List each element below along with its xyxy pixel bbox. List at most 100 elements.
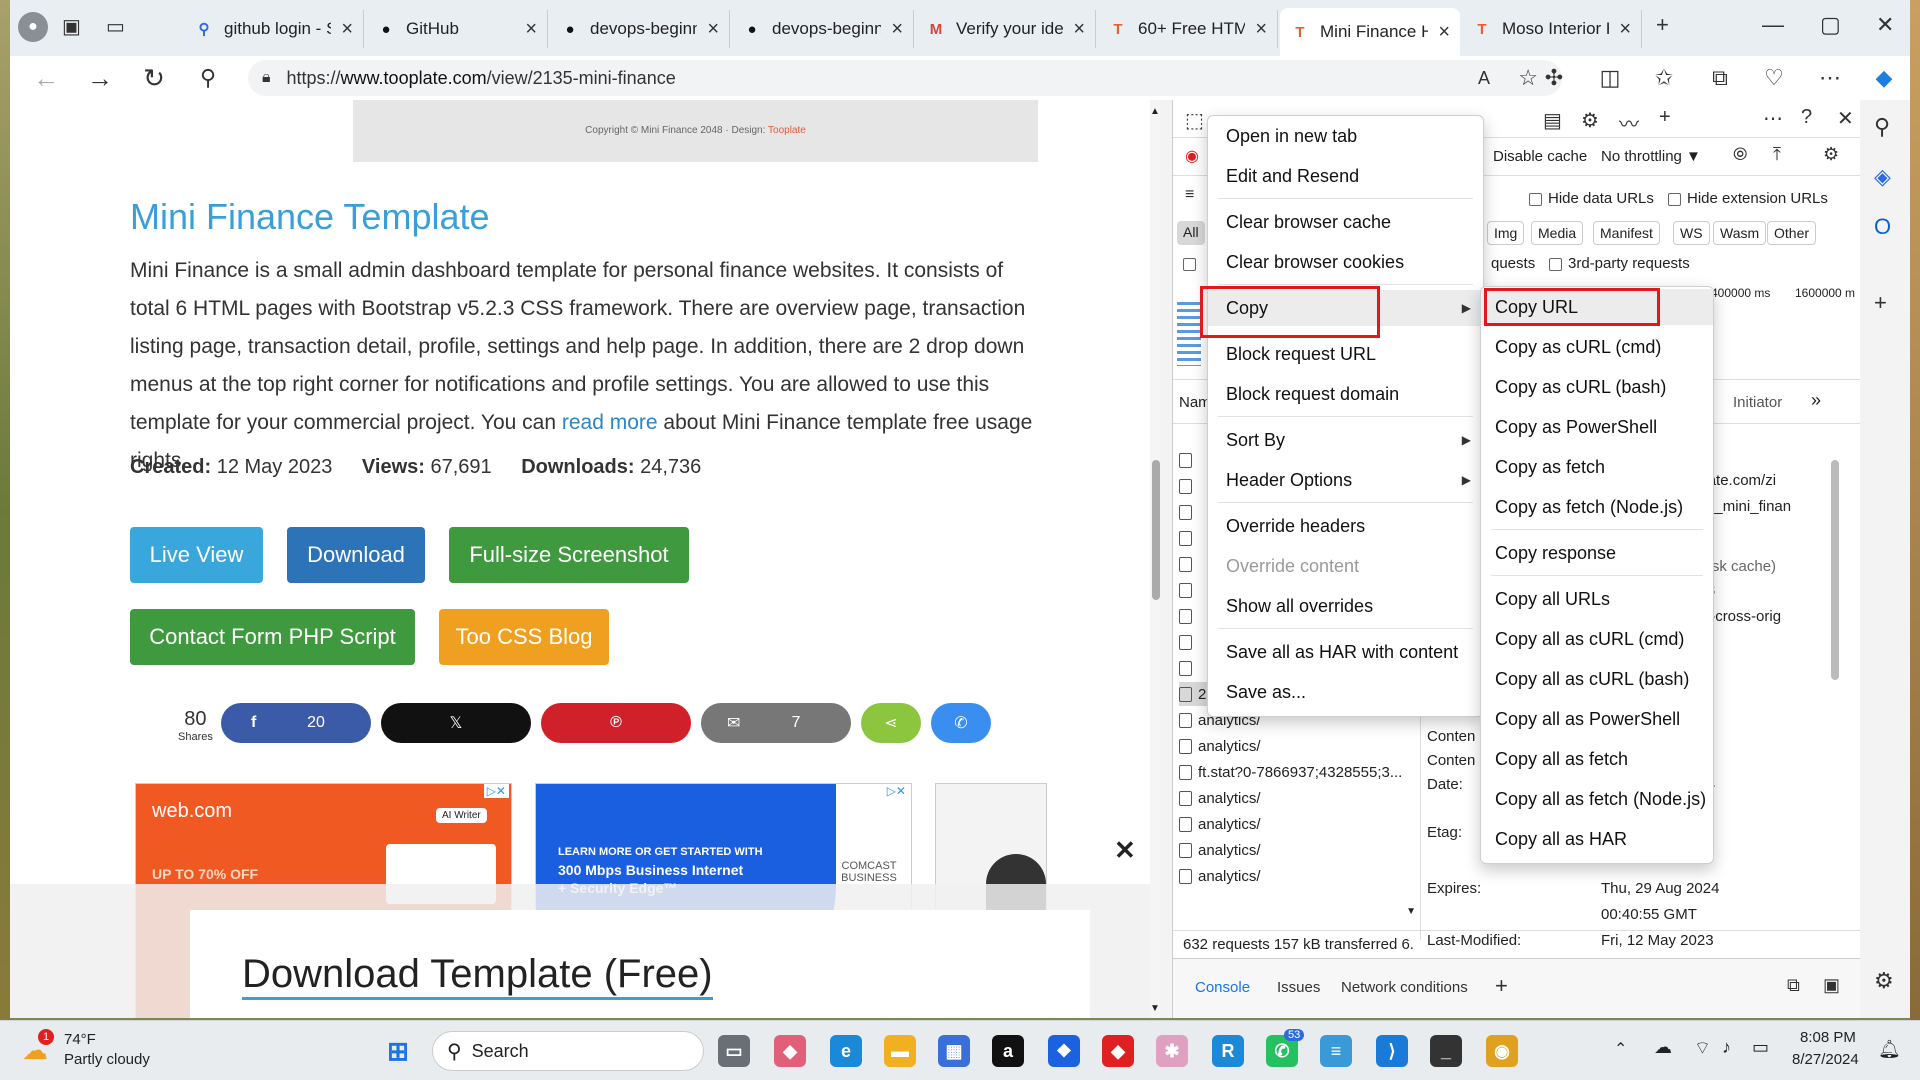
browser-tab[interactable]: ● devops-beginne × [732, 10, 914, 48]
download-button[interactable]: Download [287, 527, 425, 583]
invert-checkbox[interactable] [1183, 258, 1196, 271]
performance-icon[interactable]: ⚙ [1581, 108, 1599, 133]
chrome-icon[interactable]: ◉ [1486, 1035, 1518, 1067]
network-conditions-icon[interactable]: ⦾ [1733, 144, 1747, 165]
extensions-icon[interactable]: ✣ [1538, 62, 1570, 94]
x-share-button[interactable]: 𝕏 [381, 703, 531, 743]
scrollbar-thumb[interactable] [1152, 460, 1160, 600]
context-menu-item[interactable]: Sort By ▶ [1208, 422, 1483, 458]
disable-cache-checkbox[interactable]: Disable cache [1493, 148, 1587, 165]
browser-tab[interactable]: ● devops-beginne × [550, 10, 730, 48]
context-menu-item[interactable]: Show all overrides [1208, 588, 1483, 624]
copy-menu-item[interactable]: Copy all as cURL (bash) [1481, 661, 1713, 697]
request-row[interactable] [1179, 474, 1192, 498]
browser-tab[interactable]: T 60+ Free HTML × [1098, 10, 1278, 48]
close-tab-icon[interactable]: × [707, 18, 719, 41]
browser-tab[interactable]: ● GitHub × [366, 10, 548, 48]
request-row[interactable] [1179, 448, 1192, 472]
refresh-button[interactable]: ↻ [138, 62, 170, 94]
close-devtools-icon[interactable]: ✕ [1837, 106, 1854, 131]
copy-menu-item[interactable]: Copy response [1481, 535, 1713, 571]
more-tabs-icon[interactable]: + [1659, 106, 1671, 129]
browser-tab[interactable]: ⚲ github login - Se × [184, 10, 364, 48]
filter-chip[interactable]: All [1177, 221, 1205, 245]
read-aloud-icon[interactable]: A [1478, 68, 1490, 89]
browser-tab[interactable]: M Verify your ident × [916, 10, 1096, 48]
request-row[interactable] [1179, 578, 1192, 602]
clock-date[interactable]: 8/27/2024 [1792, 1051, 1859, 1068]
initiator-column-header[interactable]: Initiator [1733, 394, 1782, 411]
edge-icon[interactable]: e [830, 1035, 862, 1067]
blocked-requests-label[interactable]: quests [1491, 255, 1535, 272]
request-row[interactable] [1179, 604, 1192, 628]
page-scrollbar[interactable]: ▲ ▼ [1150, 100, 1160, 1018]
context-menu-item[interactable]: Open in new tab [1208, 118, 1483, 154]
start-button[interactable]: ⊞ [382, 1035, 414, 1067]
issues-tab[interactable]: Issues [1277, 979, 1320, 996]
vscode-icon[interactable]: ⟩ [1376, 1035, 1408, 1067]
new-tab-button[interactable]: + [1656, 12, 1669, 38]
copy-menu-item[interactable]: Copy as cURL (cmd) [1481, 329, 1713, 365]
search-icon[interactable]: ⚲ [192, 62, 224, 94]
close-ad-icon[interactable]: ✕ [1114, 835, 1136, 866]
copy-menu-item[interactable]: Copy as PowerShell [1481, 409, 1713, 445]
close-tab-icon[interactable]: × [1073, 18, 1085, 41]
close-tab-icon[interactable]: × [525, 18, 537, 41]
details-scrollbar[interactable] [1831, 460, 1839, 680]
undock-icon[interactable]: ⧉ [1787, 975, 1800, 996]
network-conditions-tab[interactable]: Network conditions [1341, 979, 1468, 996]
request-row[interactable]: analytics/ [1179, 734, 1261, 758]
split-screen-icon[interactable]: ◫ [1594, 62, 1626, 94]
help-icon[interactable]: ? [1801, 106, 1812, 129]
more-columns-icon[interactable]: » [1811, 390, 1821, 411]
read-more-link[interactable]: read more [562, 411, 658, 434]
request-row[interactable]: ft.stat?0-7866937;4328555;3... [1179, 760, 1402, 784]
network-settings-icon[interactable]: ⚙ [1823, 144, 1839, 165]
context-menu-item[interactable]: Edit and Resend [1208, 158, 1483, 194]
sharethis-button[interactable]: ⋖ [861, 703, 921, 743]
copy-menu-item[interactable]: Copy all as cURL (cmd) [1481, 621, 1713, 657]
messenger-share-button[interactable]: ✆ [931, 703, 991, 743]
copy-menu-item[interactable]: Copy all as HAR [1481, 821, 1713, 857]
sources-icon[interactable]: ▤ [1543, 108, 1562, 133]
back-button[interactable]: ← [30, 62, 62, 94]
workspaces-icon[interactable]: ▣ [62, 14, 81, 39]
throttling-select[interactable]: No throttling ▼ [1601, 148, 1701, 165]
request-row[interactable] [1179, 500, 1192, 524]
sidebar-settings-icon[interactable]: ⚙ [1874, 968, 1894, 994]
onedrive-icon[interactable]: ☁ [1654, 1037, 1672, 1058]
scroll-up-arrow[interactable]: ▲ [1150, 106, 1160, 117]
copy-menu-item[interactable]: Copy as fetch (Node.js) [1481, 489, 1713, 525]
context-menu-item[interactable]: Block request domain [1208, 376, 1483, 412]
context-menu-item[interactable]: Save all as HAR with content [1208, 634, 1483, 670]
store-icon[interactable]: ▦ [938, 1035, 970, 1067]
profile-avatar[interactable]: ● [18, 12, 48, 42]
facebook-share-button[interactable]: f 20 [221, 703, 371, 743]
scroll-down-arrow[interactable]: ▼ [1150, 1003, 1160, 1014]
list-scroll-down[interactable]: ▼ [1406, 906, 1416, 917]
hide-extension-urls[interactable]: Hide extension URLs [1668, 190, 1828, 207]
clock-time[interactable]: 8:08 PM [1800, 1029, 1856, 1046]
contact-form-button[interactable]: Contact Form PHP Script [130, 609, 415, 665]
name-column-header[interactable]: Nam [1179, 394, 1211, 411]
context-menu-item[interactable]: Override headers [1208, 508, 1483, 544]
memory-icon[interactable]: 〰 [1619, 108, 1639, 137]
copilot-icon[interactable]: ◆ [1868, 62, 1900, 94]
taskbar-search[interactable]: ⚲ Search [432, 1031, 704, 1071]
copy-menu-item[interactable]: Copy as fetch [1481, 449, 1713, 485]
request-row[interactable] [1179, 656, 1192, 680]
copy-menu-item[interactable]: Copy as cURL (bash) [1481, 369, 1713, 405]
request-row[interactable]: analytics/ [1179, 838, 1261, 862]
copilot-taskbar-icon[interactable]: ◆ [774, 1035, 806, 1067]
add-drawer-tab-icon[interactable]: + [1495, 973, 1508, 999]
collections-icon[interactable]: ⧉ [1704, 62, 1736, 94]
close-tab-icon[interactable]: × [1255, 18, 1267, 41]
r-app-icon[interactable]: R [1212, 1035, 1244, 1067]
live-view-button[interactable]: Live View [130, 527, 263, 583]
maximize-button[interactable]: ▢ [1820, 12, 1841, 38]
filter-chip[interactable]: WS [1673, 221, 1710, 245]
dropbox-icon[interactable]: ❖ [1048, 1035, 1080, 1067]
volume-icon[interactable]: ♪ [1722, 1037, 1731, 1058]
context-menu-item[interactable]: Block request URL [1208, 336, 1483, 372]
browser-tab[interactable]: T Mini Finance HT × [1280, 8, 1460, 56]
